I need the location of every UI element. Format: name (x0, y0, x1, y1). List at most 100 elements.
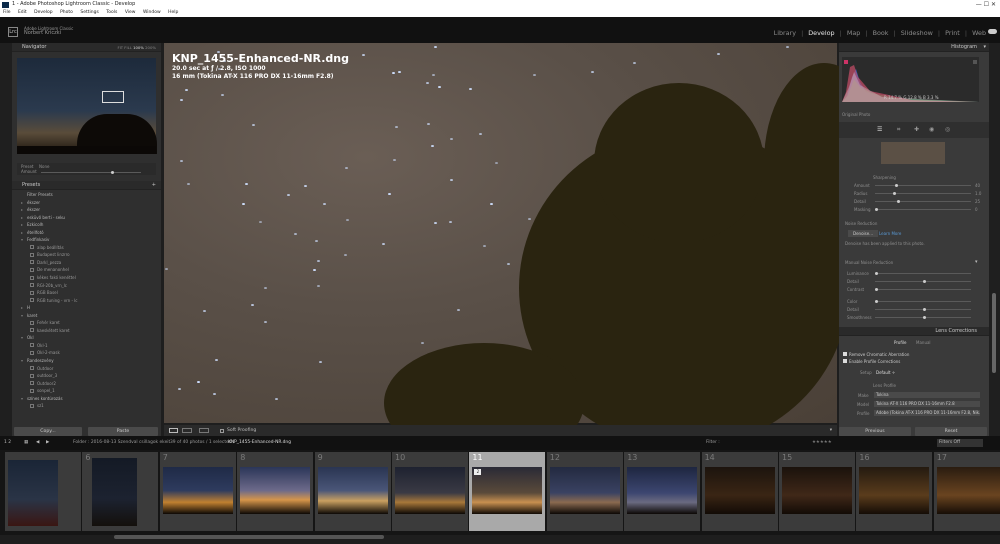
preset-item[interactable]: RGB Basel (14, 289, 157, 297)
filmstrip-thumbnail[interactable] (859, 467, 930, 514)
tab-profile[interactable]: Profile (894, 340, 906, 345)
lum-contrast-slider[interactable] (875, 288, 971, 291)
preset-folder[interactable]: ▾ Randeszvény (14, 357, 157, 365)
luminance-slider[interactable] (875, 272, 971, 275)
color-nr-slider[interactable] (875, 300, 971, 303)
preset-item[interactable]: sz1 (14, 402, 157, 410)
filmstrip-cell[interactable]: 12 (546, 452, 623, 531)
redeye-icon[interactable]: ◉ (929, 126, 934, 133)
edit-icon[interactable]: ☰ (877, 126, 882, 133)
filmstrip-cell[interactable] (5, 452, 81, 531)
add-preset-button[interactable]: + (152, 181, 156, 190)
filmstrip-cell[interactable]: 8 (237, 452, 314, 531)
filmstrip-thumbnail[interactable] (936, 467, 1000, 514)
setup-select[interactable]: Default ÷ (876, 370, 895, 375)
back-arrow-icon[interactable]: ◀ (36, 436, 39, 450)
preset-item[interactable]: sonpel_1 (14, 387, 157, 395)
preset-item[interactable]: Okl-1 (14, 342, 157, 350)
enable-profile-row[interactable]: Enable Profile Corrections (843, 359, 983, 364)
filmstrip-cell[interactable]: 13 (624, 452, 701, 531)
filmstrip-cell[interactable]: 16 (856, 452, 933, 531)
forward-arrow-icon[interactable]: ▶ (46, 436, 49, 450)
crop-icon[interactable]: ⌗ (897, 126, 900, 134)
menu-file[interactable]: File (3, 10, 11, 15)
page-indicator[interactable]: 1 2 (4, 436, 11, 450)
module-library[interactable]: Library (774, 29, 796, 37)
preset-folder[interactable]: ▾ Okl (14, 334, 157, 342)
menu-window[interactable]: Window (143, 10, 161, 15)
preset-folder[interactable]: ▸ ékszer (14, 199, 157, 207)
detail-preview[interactable] (881, 142, 945, 164)
soft-proofing-checkbox[interactable] (220, 429, 224, 433)
reset-button[interactable]: Reset (915, 427, 987, 436)
filmstrip-cell[interactable]: 6 (82, 452, 159, 531)
heal-icon[interactable]: ✚ (914, 126, 919, 133)
lens-corrections-header[interactable]: Lens Corrections (839, 327, 989, 336)
preset-item[interactable]: kaeskétett karet (14, 327, 157, 335)
preset-item[interactable]: Fehér karet (14, 319, 157, 327)
menu-help[interactable]: Help (168, 10, 178, 15)
preset-folder[interactable]: ▸ esküvő berti - seku (14, 214, 157, 222)
module-develop[interactable]: Develop (808, 29, 834, 37)
filmstrip-cell[interactable]: 10 (392, 452, 468, 531)
detail-value[interactable]: 25 (975, 199, 980, 204)
filmstrip-thumbnail[interactable] (782, 467, 852, 514)
preset-item[interactable]: RGB tuning - vrn - lc (14, 297, 157, 305)
masking-value[interactable]: 0 (975, 207, 978, 212)
toolbar-menu-icon[interactable]: ▾ (830, 425, 832, 436)
preset-folder[interactable]: ▾ karet (14, 312, 157, 320)
filmstrip-thumbnail[interactable] (162, 467, 233, 514)
filmstrip-thumbnail[interactable] (704, 467, 775, 514)
preset-folder[interactable]: ▸ Ezkicolh (14, 221, 157, 229)
filmstrip-thumbnail[interactable] (627, 467, 698, 514)
remove-ca-row[interactable]: Remove Chromatic Aberration (843, 352, 983, 357)
filmstrip-cell[interactable]: 7 (159, 452, 236, 531)
preset-folder[interactable]: ▾ Fedfinkasiv (14, 236, 157, 244)
preset-item[interactable]: Budapest linzrro (14, 251, 157, 259)
filmstrip-cell[interactable]: 9 (314, 452, 391, 531)
menu-view[interactable]: View (125, 10, 136, 15)
make-select[interactable]: Tokina (874, 392, 980, 398)
filmstrip-cell[interactable]: 15 (779, 452, 855, 531)
module-map[interactable]: Map (847, 29, 861, 37)
filmstrip-thumbnail[interactable] (240, 467, 311, 514)
histogram-header[interactable]: Histogram ▾ (839, 43, 989, 52)
masking-slider[interactable] (875, 208, 971, 211)
preset-item[interactable]: outdoor_3 (14, 372, 157, 380)
zoom-200[interactable]: 200% (145, 45, 156, 50)
masking-icon[interactable]: ◎ (945, 126, 950, 133)
copy-button[interactable]: Copy... (14, 427, 82, 436)
filters-select[interactable]: Filters Off (937, 439, 983, 447)
preset-item[interactable]: De menanonhel (14, 266, 157, 274)
filmstrip-cell[interactable]: 14 (701, 452, 778, 531)
menu-tools[interactable]: Tools (106, 10, 117, 15)
preset-item[interactable]: Darkl_pezza (14, 259, 157, 267)
navigator-preview[interactable] (17, 58, 157, 154)
navigator-zoom-box[interactable] (102, 91, 124, 103)
amount-slider[interactable] (875, 184, 971, 187)
loupe-view-icon[interactable] (169, 428, 178, 433)
filmstrip-thumbnail[interactable] (472, 467, 543, 514)
before-after-icon[interactable] (182, 428, 192, 433)
preset-item[interactable]: Outdoor (14, 365, 157, 373)
menu-develop[interactable]: Develop (34, 10, 53, 15)
main-photo[interactable] (164, 43, 884, 463)
zoom-100[interactable]: 100% (133, 45, 144, 50)
preset-item[interactable]: RGI-20b_vrn_lc (14, 282, 157, 290)
preset-item[interactable]: kékes fakó kenéttel (14, 274, 157, 282)
grid-icon[interactable]: ▦ (24, 436, 28, 450)
paste-button[interactable]: Paste (88, 427, 158, 436)
filmstrip-scrollbar[interactable] (114, 535, 384, 539)
tab-manual[interactable]: Manual (916, 340, 931, 345)
navigator-header[interactable]: Navigator FIT FILL 100% 200% (12, 43, 161, 52)
panel-scrollbar[interactable] (992, 293, 996, 373)
preset-folder[interactable]: ▸ étellfotó (14, 229, 157, 237)
preset-item[interactable]: Okl-2-mask (14, 349, 157, 357)
module-web[interactable]: Web (972, 29, 986, 37)
stack-badge[interactable]: 2 (474, 469, 482, 475)
filmstrip-thumbnail[interactable] (395, 467, 465, 514)
profile-select[interactable]: Adobe (Tokina AT-X 116 PRO DX 11-16mm F2… (874, 410, 980, 416)
filmstrip-thumbnail[interactable] (92, 458, 138, 526)
zoom-fill[interactable]: FILL (124, 45, 132, 50)
color-detail-slider[interactable] (875, 308, 971, 311)
